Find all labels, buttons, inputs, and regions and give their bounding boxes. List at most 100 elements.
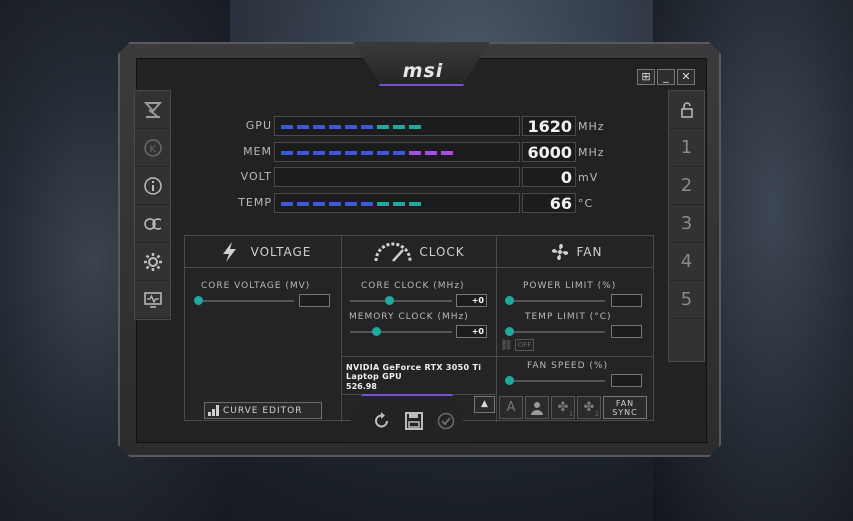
meter-segment bbox=[297, 125, 309, 129]
windows-icon[interactable]: ⊞ bbox=[637, 69, 655, 85]
curve-editor-button[interactable]: CURVE EDITOR bbox=[204, 402, 322, 419]
meter-segment bbox=[297, 151, 309, 155]
core-clock-label: CORE CLOCK (MHz) bbox=[361, 281, 465, 291]
meter-segment bbox=[393, 125, 405, 129]
meter-segment bbox=[345, 151, 357, 155]
meter-segment bbox=[297, 202, 309, 206]
temp-limit-slider[interactable] bbox=[505, 327, 605, 336]
meter-segment bbox=[393, 202, 405, 206]
memory-clock-label: MEMORY CLOCK (MHz) bbox=[349, 312, 469, 322]
user-icon bbox=[531, 401, 543, 415]
apply-icon[interactable] bbox=[436, 411, 456, 431]
user-fan-button[interactable] bbox=[525, 396, 549, 419]
meter-unit: mV bbox=[578, 171, 599, 184]
action-buttons bbox=[372, 411, 456, 431]
meter-segment bbox=[361, 125, 373, 129]
profile-2[interactable]: 2 bbox=[669, 167, 704, 205]
svg-text:K: K bbox=[149, 144, 156, 155]
meter-bar bbox=[274, 193, 520, 213]
profile-3[interactable]: 3 bbox=[669, 205, 704, 243]
auto-fan-button[interactable]: A bbox=[499, 396, 523, 419]
lock-icon[interactable] bbox=[669, 91, 704, 129]
right-sidebar: 1 2 3 4 5 bbox=[668, 90, 705, 362]
meter-label: VOLT bbox=[240, 170, 272, 183]
save-icon[interactable] bbox=[404, 411, 424, 431]
voltage-title: VOLTAGE bbox=[250, 244, 312, 259]
core-clock-field[interactable]: +0 bbox=[456, 294, 487, 307]
slider-knob[interactable] bbox=[372, 327, 381, 336]
left-sidebar: K bbox=[134, 90, 171, 320]
core-voltage-field[interactable] bbox=[299, 294, 330, 307]
memory-clock-slider[interactable] bbox=[350, 327, 452, 336]
slider-knob[interactable] bbox=[505, 296, 514, 305]
meter-segment bbox=[377, 202, 389, 206]
meter-segment bbox=[377, 125, 389, 129]
memory-clock-field[interactable]: +0 bbox=[456, 325, 487, 338]
meter-segment bbox=[345, 202, 357, 206]
fan-speed-field[interactable] bbox=[611, 374, 642, 387]
fan-speed-slider[interactable] bbox=[505, 376, 605, 385]
fan-icon bbox=[551, 243, 568, 260]
meter-segment bbox=[409, 202, 421, 206]
fan-sync-button[interactable]: FAN SYNC bbox=[603, 396, 647, 419]
profile-4[interactable]: 4 bbox=[669, 243, 704, 281]
meter-segment bbox=[409, 125, 421, 129]
meter-segment bbox=[329, 151, 341, 155]
settings-icon[interactable] bbox=[135, 243, 170, 281]
oc-scanner-icon[interactable] bbox=[135, 91, 170, 129]
monitor-icon[interactable] bbox=[135, 281, 170, 319]
meter-bar bbox=[274, 167, 520, 187]
meter-unit: MHz bbox=[578, 120, 605, 133]
meter-segment bbox=[361, 202, 373, 206]
lightning-icon bbox=[222, 241, 236, 262]
fan-icon: ✤ bbox=[583, 400, 595, 415]
meter-segment bbox=[281, 202, 293, 206]
gpu-meter: GPU 1620 MHz bbox=[228, 116, 608, 136]
meter-value: 1620 bbox=[522, 116, 576, 136]
meter-unit: MHz bbox=[578, 146, 605, 159]
meter-segment bbox=[281, 151, 293, 155]
expand-button[interactable]: ▲ bbox=[474, 396, 495, 413]
clock-title: CLOCK bbox=[419, 244, 465, 259]
profile-5[interactable]: 5 bbox=[669, 281, 704, 319]
voltage-header: VOLTAGE bbox=[185, 236, 341, 268]
info-icon[interactable] bbox=[135, 167, 170, 205]
volt-meter: VOLT 0 mV bbox=[228, 167, 608, 187]
meter-segment bbox=[329, 125, 341, 129]
profile-1[interactable]: 1 bbox=[669, 129, 704, 167]
close-button[interactable]: ✕ bbox=[677, 69, 695, 85]
meter-segment bbox=[377, 151, 389, 155]
oc-icon[interactable] bbox=[135, 205, 170, 243]
fan1-button[interactable]: ✤ 1 bbox=[551, 396, 575, 419]
temp-limit-label: TEMP LIMIT (°C) bbox=[525, 312, 612, 322]
driver-version: 526.98 bbox=[346, 382, 377, 391]
link-toggle[interactable]: ⛓ OFF bbox=[500, 338, 535, 352]
temp-limit-field[interactable] bbox=[611, 325, 642, 338]
window-controls: ⊞ _ ✕ bbox=[637, 69, 695, 85]
power-limit-label: POWER LIMIT (%) bbox=[523, 281, 617, 291]
power-limit-field[interactable] bbox=[611, 294, 642, 307]
minimize-button[interactable]: _ bbox=[657, 69, 675, 85]
meter-segment bbox=[409, 151, 421, 155]
meter-bar bbox=[274, 116, 520, 136]
meter-label: MEM bbox=[243, 145, 272, 158]
fan-header: FAN bbox=[497, 236, 654, 268]
meter-segment bbox=[313, 151, 325, 155]
meter-label: TEMP bbox=[238, 196, 272, 209]
fan2-button[interactable]: ✤ 2 bbox=[577, 396, 601, 419]
slider-knob[interactable] bbox=[505, 327, 514, 336]
slider-knob[interactable] bbox=[505, 376, 514, 385]
core-voltage-slider[interactable] bbox=[194, 296, 294, 305]
reset-icon[interactable] bbox=[372, 411, 392, 431]
msi-logo: msi bbox=[402, 60, 444, 82]
kombustor-icon[interactable]: K bbox=[135, 129, 170, 167]
slider-knob[interactable] bbox=[385, 296, 394, 305]
power-limit-slider[interactable] bbox=[505, 296, 605, 305]
meter-segment bbox=[361, 151, 373, 155]
clock-header: CLOCK bbox=[342, 236, 496, 268]
gpu-name: NVIDIA GeForce RTX 3050 Ti Laptop GPU bbox=[346, 363, 482, 381]
core-voltage-label: CORE VOLTAGE (MV) bbox=[201, 281, 311, 291]
slider-knob[interactable] bbox=[194, 296, 203, 305]
temp-meter: TEMP 66 °C bbox=[228, 193, 608, 213]
core-clock-slider[interactable] bbox=[350, 296, 452, 305]
